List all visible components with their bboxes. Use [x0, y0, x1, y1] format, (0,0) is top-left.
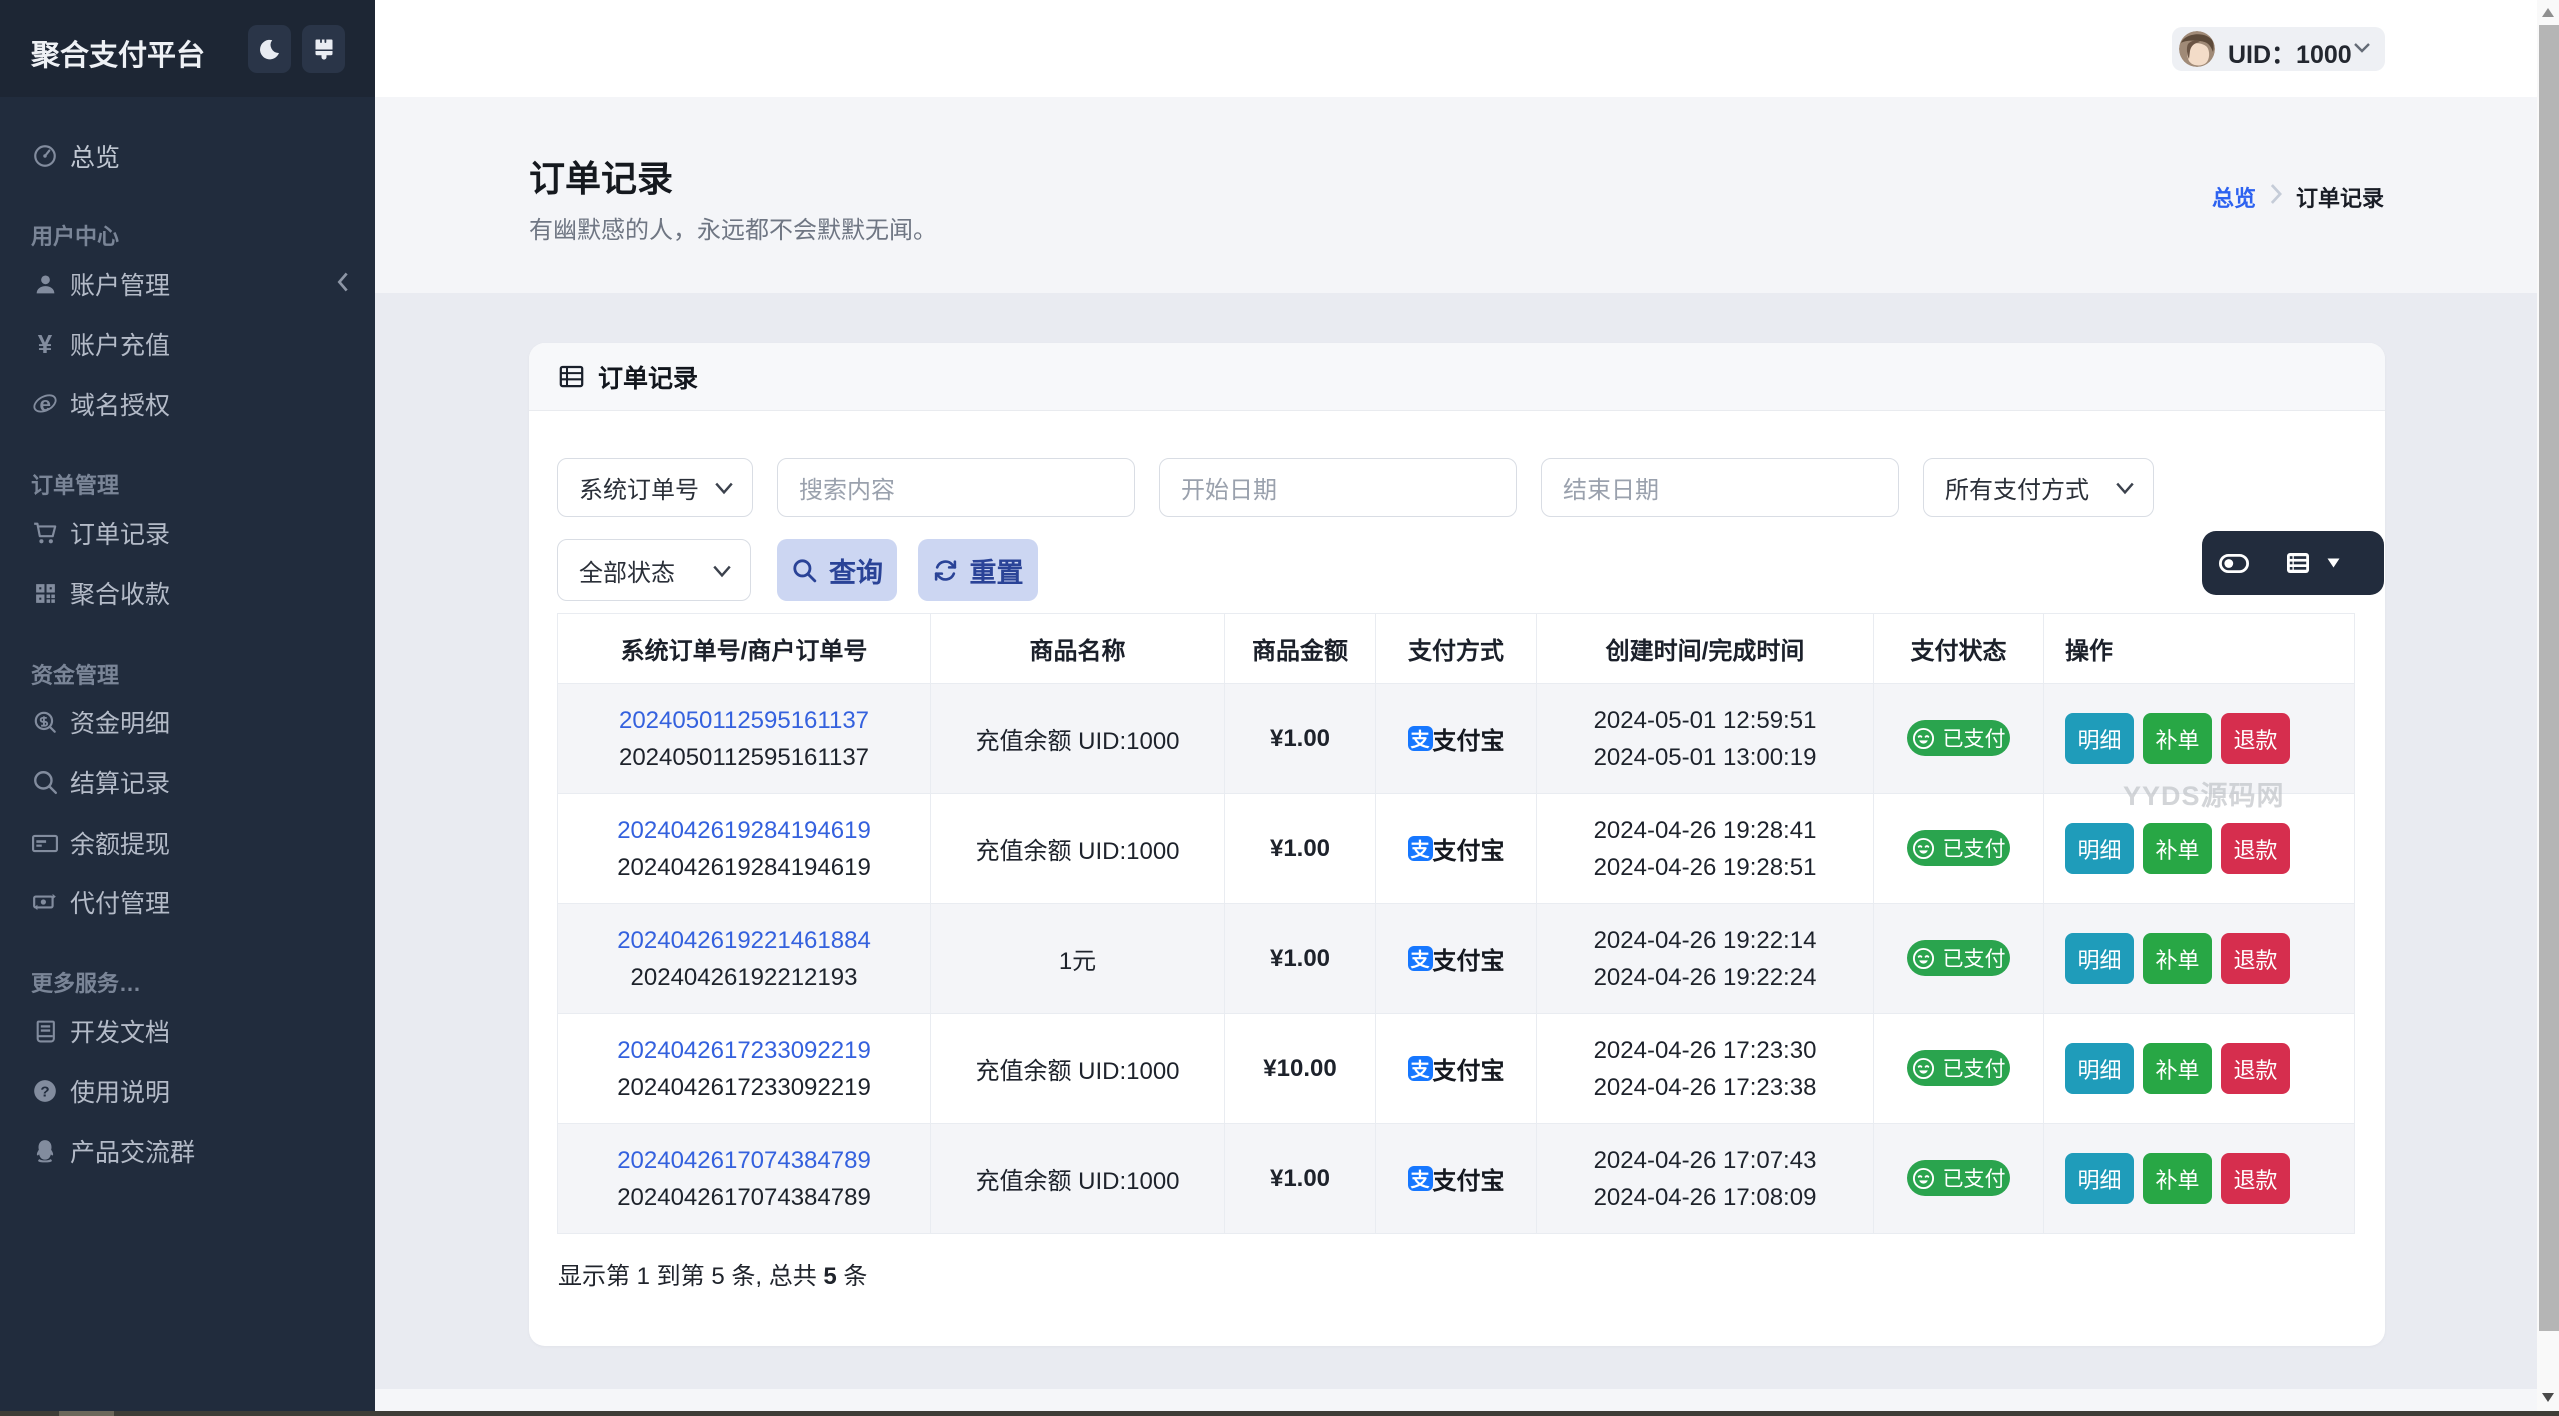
svg-text:?: ?: [40, 1083, 49, 1100]
